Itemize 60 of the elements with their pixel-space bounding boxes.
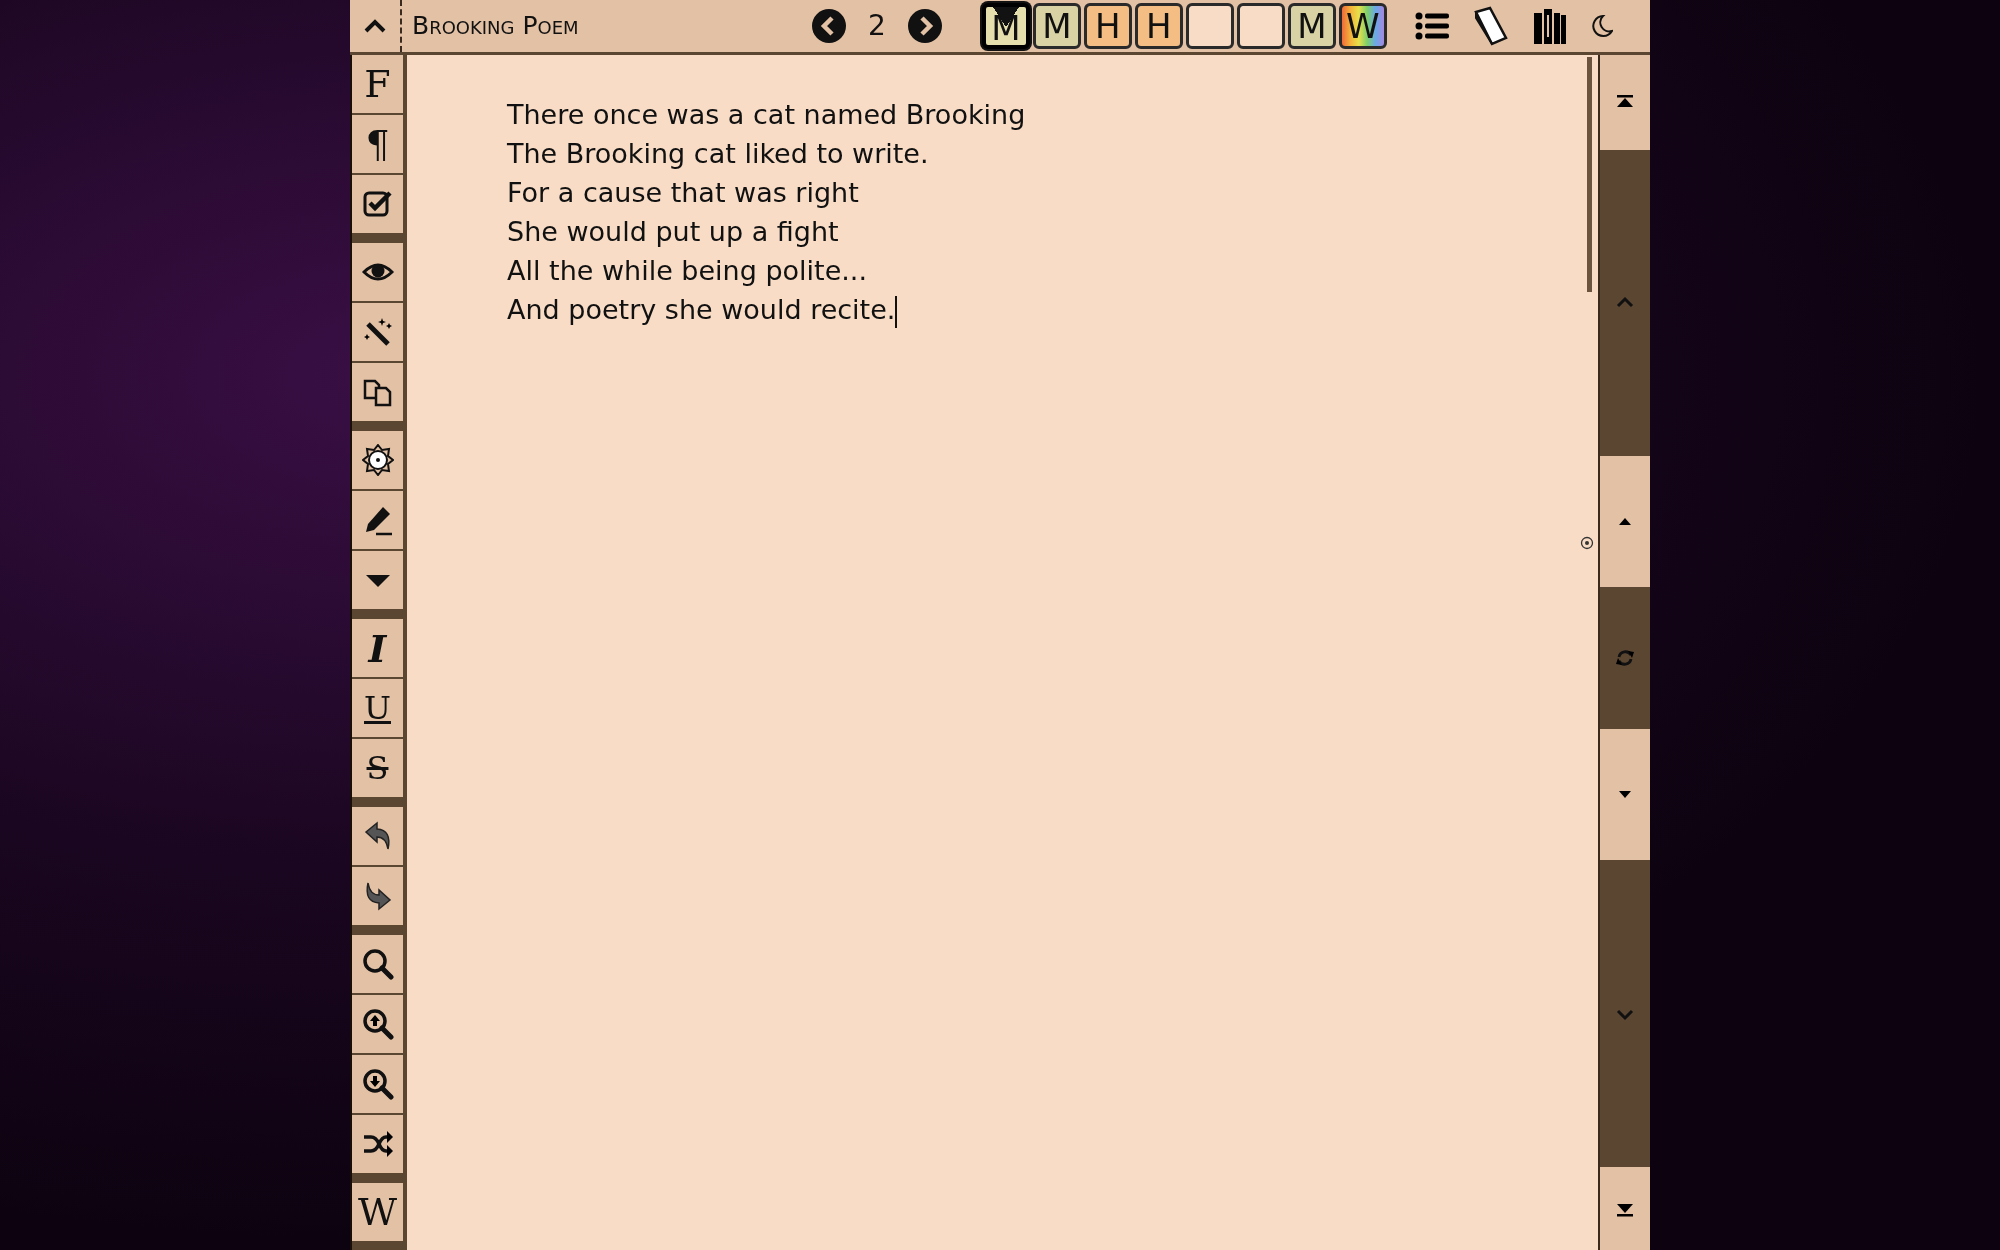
format-button[interactable]: ¶	[352, 115, 405, 175]
text-cursor	[895, 295, 898, 328]
jump-bottom-button[interactable]	[1600, 1167, 1650, 1250]
level-tile[interactable]: M	[1287, 3, 1336, 49]
next-page-button[interactable]	[907, 9, 942, 43]
triangle-up-icon	[1619, 518, 1631, 525]
previous-page-button[interactable]	[812, 9, 846, 43]
level-tile[interactable]: H	[1134, 3, 1183, 49]
books-icon	[1532, 7, 1567, 45]
level-tile[interactable]: H	[1083, 3, 1132, 49]
poem-line: And poetry she would recite.	[507, 290, 1598, 329]
circle-chevron-right-icon	[907, 9, 942, 43]
toolbar-button[interactable]	[352, 551, 405, 611]
level-tile[interactable]: M	[981, 3, 1030, 49]
chevron-up-icon	[364, 19, 386, 33]
lotus-icon	[361, 444, 394, 476]
format-button[interactable]: S	[352, 739, 405, 799]
shuffle-icon	[361, 1128, 394, 1160]
poem-line: All the while being polite...	[507, 254, 869, 288]
toolbar-button[interactable]	[352, 807, 405, 867]
toolbar-button[interactable]	[352, 1055, 405, 1115]
jump-top-button[interactable]	[1600, 55, 1650, 150]
circle-chevron-left-icon	[812, 9, 846, 43]
format-button[interactable]: W	[352, 1183, 405, 1243]
page-number: 2	[868, 8, 886, 44]
level-tile[interactable]	[1185, 3, 1234, 49]
level-tile[interactable]	[1236, 3, 1285, 49]
triangle-down-icon	[1619, 791, 1631, 798]
checkbox-icon	[361, 188, 394, 220]
level-tile[interactable]: M	[1032, 3, 1081, 49]
document-title: Brooking Poem	[412, 10, 580, 43]
editor-page[interactable]: There once was a cat named Brooking The Brooking cat liked to write. For a cause that was right She would put up a fight All the while being polite... And poetry she would recite.	[405, 55, 1598, 1250]
toolbar-button[interactable]	[352, 995, 405, 1055]
toolbar-button[interactable]	[352, 867, 405, 927]
format-button[interactable]: F	[352, 55, 405, 115]
toolbar-button[interactable]	[352, 363, 405, 423]
magnifier-down-icon	[361, 1068, 394, 1100]
list-icon	[1414, 12, 1449, 40]
poem-line: There once was a cat named Brooking	[507, 98, 1027, 132]
scrollbar-thumb[interactable]	[1587, 57, 1592, 292]
toolbar-button[interactable]	[352, 1115, 405, 1175]
magnifier-up-icon	[361, 1008, 394, 1040]
poem-line: She would put up a fight	[507, 215, 840, 249]
toolbar-button[interactable]	[352, 175, 405, 235]
toolbar-button[interactable]	[352, 303, 405, 363]
dark-mode-button[interactable]	[1590, 14, 1613, 38]
search-icon	[361, 948, 394, 980]
toolbar-button[interactable]	[352, 243, 405, 303]
moon-icon	[1590, 14, 1613, 38]
toolbar-button[interactable]	[352, 431, 405, 491]
poem-line: For a cause that was right	[507, 176, 860, 210]
format-button[interactable]: I	[352, 619, 405, 679]
list-button[interactable]	[1414, 12, 1449, 40]
library-button[interactable]	[1532, 7, 1567, 45]
target-icon	[1580, 535, 1594, 550]
refresh-icon	[1615, 648, 1635, 668]
toolbar-button[interactable]	[352, 491, 405, 551]
toolbar-button[interactable]	[352, 935, 405, 995]
poem-line: The Brooking cat liked to write.	[507, 137, 930, 171]
format-button[interactable]: U	[352, 679, 405, 739]
